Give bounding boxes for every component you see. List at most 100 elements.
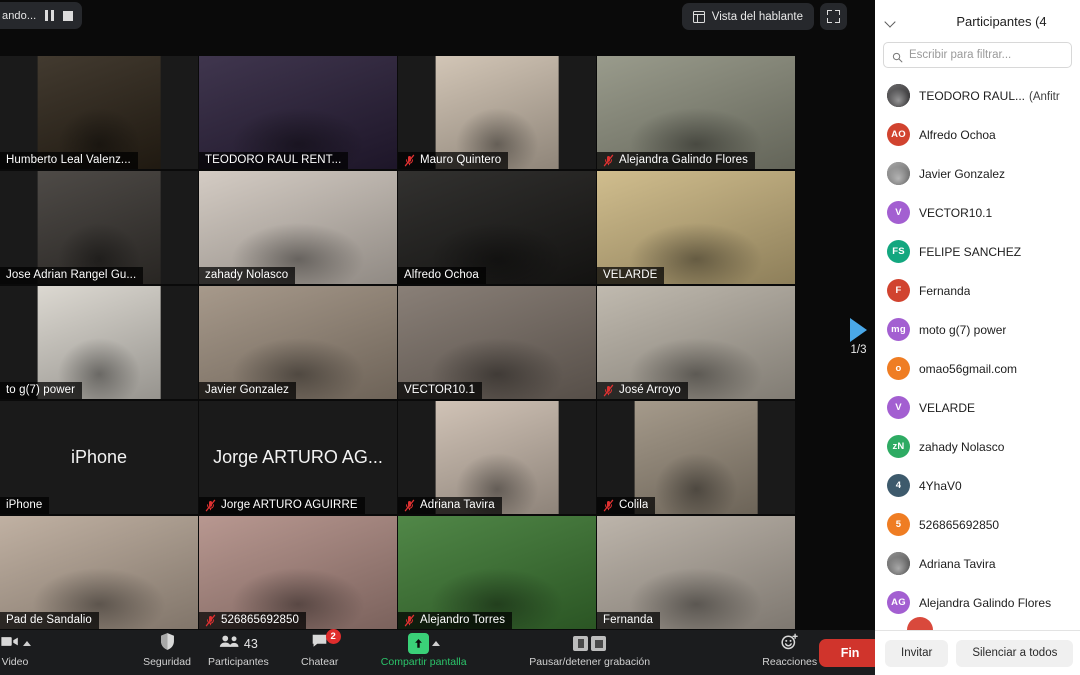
speaker-view-button[interactable]: Vista del hablante — [681, 3, 814, 30]
participant-list-item[interactable]: 5 526865692850 — [875, 505, 1080, 544]
video-tile[interactable]: Javier Gonzalez — [199, 286, 397, 399]
participant-list-item[interactable]: F Fernanda — [875, 271, 1080, 310]
next-page-button[interactable]: 1/3 — [850, 318, 867, 356]
end-meeting-button[interactable]: Fin — [818, 638, 882, 667]
video-tile[interactable]: Adriana Tavira — [398, 401, 596, 514]
participant-list-item[interactable]: FS FELIPE SANCHEZ — [875, 232, 1080, 271]
participant-list-item[interactable]: AO Alfredo Ochoa — [875, 115, 1080, 154]
participant-list-item[interactable]: TEODORO RAUL... (Anfitr — [875, 76, 1080, 115]
video-tile[interactable]: Alejandra Galindo Flores — [597, 56, 795, 169]
tile-participant-name: Jose Adrian Rangel Gu... — [6, 269, 137, 281]
recording-indicator: ando... — [0, 2, 82, 29]
video-tile[interactable]: Pad de Sandalio — [0, 516, 198, 629]
chevron-up-icon[interactable] — [22, 641, 31, 646]
tile-participant-name: Jorge ARTURO AGUIRRE — [221, 499, 358, 511]
video-tile[interactable]: Alejandro Torres — [398, 516, 596, 629]
participant-list-item[interactable]: Javier Gonzalez — [875, 154, 1080, 193]
video-tile[interactable]: Mauro Quintero — [398, 56, 596, 169]
video-icon — [0, 634, 20, 654]
tile-participant-name: Alejandra Galindo Flores — [619, 154, 748, 166]
participant-name: Fernanda — [919, 283, 971, 298]
video-tile[interactable]: Humberto Leal Valenz... — [0, 56, 198, 169]
video-tile[interactable]: to g(7) power — [0, 286, 198, 399]
toolbar-video-button[interactable]: Video — [0, 630, 44, 668]
toolbar-item-label: Reacciones — [762, 656, 818, 668]
fullscreen-button[interactable] — [820, 3, 847, 30]
invite-button[interactable]: Invitar — [885, 639, 949, 667]
participant-list-item[interactable]: zN zahady Nolasco — [875, 427, 1080, 466]
toolbar-icon-wrap — [780, 633, 799, 653]
participants-panel-title: Participantes (4 — [956, 13, 1047, 29]
participant-text: Javier Gonzalez — [919, 167, 1005, 181]
video-tile[interactable]: Colila — [597, 401, 795, 514]
mute-all-button[interactable]: Silenciar a todos — [956, 639, 1074, 667]
tile-participant-name: Fernanda — [603, 614, 654, 626]
tile-name-bar: iPhone — [0, 497, 50, 514]
avatar: 4 — [887, 474, 910, 497]
participant-text: Adriana Tavira — [919, 557, 996, 571]
toolbar-seguridad-button[interactable]: Seguridad — [138, 630, 196, 668]
tile-name-bar: Jorge ARTURO AGUIRRE — [199, 497, 365, 514]
pause-recording-icon[interactable] — [573, 636, 589, 651]
participant-text: zahady Nolasco — [919, 440, 1004, 454]
participant-list-item[interactable]: AG Alejandra Galindo Flores — [875, 583, 1080, 622]
tile-name-bar: zahady Nolasco — [199, 267, 296, 284]
participant-text: Alfredo Ochoa — [919, 128, 996, 142]
tile-name-bar: Adriana Tavira — [398, 497, 502, 514]
participant-list-item[interactable]: o omao56gmail.com — [875, 349, 1080, 388]
video-tile[interactable]: iPhone iPhone — [0, 401, 198, 514]
toolbar-item-label: Seguridad — [143, 656, 191, 668]
avatar: mg — [887, 318, 910, 341]
participant-name: VELARDE — [919, 400, 976, 415]
video-tile[interactable]: VELARDE — [597, 171, 795, 284]
search-box[interactable] — [883, 42, 1072, 68]
toolbar-compartir-pantalla-button[interactable]: Compartir pantalla — [369, 630, 479, 668]
chevron-up-icon[interactable] — [431, 641, 440, 646]
participant-text: omao56gmail.com — [919, 362, 1017, 376]
participant-name: 526865692850 — [919, 517, 1000, 532]
tile-participant-name: iPhone — [6, 499, 43, 511]
toolbar-item-label: Participantes — [208, 656, 269, 668]
video-tile[interactable]: VECTOR10.1 — [398, 286, 596, 399]
tile-participant-name: Alejandro Torres — [420, 614, 506, 626]
participant-text: moto g(7) power — [919, 323, 1006, 337]
participant-list-item[interactable]: mg moto g(7) power — [875, 310, 1080, 349]
toolbar-participantes-button[interactable]: 43 Participantes — [208, 630, 269, 668]
tile-participant-name: Pad de Sandalio — [6, 614, 92, 626]
toolbar-icon-wrap — [407, 633, 440, 654]
stop-recording-icon[interactable] — [62, 10, 73, 21]
video-tile[interactable]: TEODORO RAUL RENT... — [199, 56, 397, 169]
participant-list-item[interactable]: 4 4YhaV0 — [875, 466, 1080, 505]
video-tile[interactable]: Fernanda — [597, 516, 795, 629]
participant-list-item[interactable]: Adriana Tavira — [875, 544, 1080, 583]
participants-list[interactable]: TEODORO RAUL... (Anfitr AO Alfredo Ochoa Jav… — [875, 76, 1080, 630]
tile-name-bar: Alejandro Torres — [398, 612, 513, 629]
layout-grid-icon — [692, 10, 705, 23]
video-tile[interactable]: Jose Adrian Rangel Gu... — [0, 171, 198, 284]
toolbar-chatear-button[interactable]: 2 Chatear — [291, 629, 349, 668]
stop-recording-icon[interactable] — [591, 636, 607, 651]
participant-name: Adriana Tavira — [919, 556, 996, 571]
toolbar-item-label: Compartir pantalla — [380, 656, 467, 668]
video-tile[interactable]: zahady Nolasco — [199, 171, 397, 284]
video-tile[interactable]: José Arroyo — [597, 286, 795, 399]
toolbar-item-label: Video — [1, 656, 29, 668]
video-tile[interactable]: 526865692850 — [199, 516, 397, 629]
speaker-view-label: Vista del hablante — [711, 10, 803, 23]
video-tile[interactable]: Alfredo Ochoa — [398, 171, 596, 284]
participants-count: 43 — [243, 636, 258, 651]
avatar: FS — [887, 240, 910, 263]
toolbar-reacciones-button[interactable]: Reacciones — [761, 630, 819, 668]
muted-mic-icon — [404, 154, 415, 167]
toolbar-pausar-detener-grabaci-n-button[interactable]: Pausar/detener grabación — [515, 630, 665, 668]
tile-name-bar: Alfredo Ochoa — [398, 267, 486, 284]
participant-list-item[interactable]: V VECTOR10.1 — [875, 193, 1080, 232]
tile-name-bar: José Arroyo — [597, 382, 688, 399]
search-input[interactable] — [909, 49, 1063, 61]
pause-recording-icon[interactable] — [45, 10, 54, 21]
video-tile[interactable]: Jorge ARTURO AG... Jorge ARTURO AGUIRRE — [199, 401, 397, 514]
participant-list-item[interactable]: V VELARDE — [875, 388, 1080, 427]
meeting-toolbar: Video Seguridad 43 Participantes 2 Chatear Com… — [0, 629, 882, 675]
tile-name-bar: 526865692850 — [199, 612, 306, 629]
muted-mic-icon — [603, 154, 614, 167]
